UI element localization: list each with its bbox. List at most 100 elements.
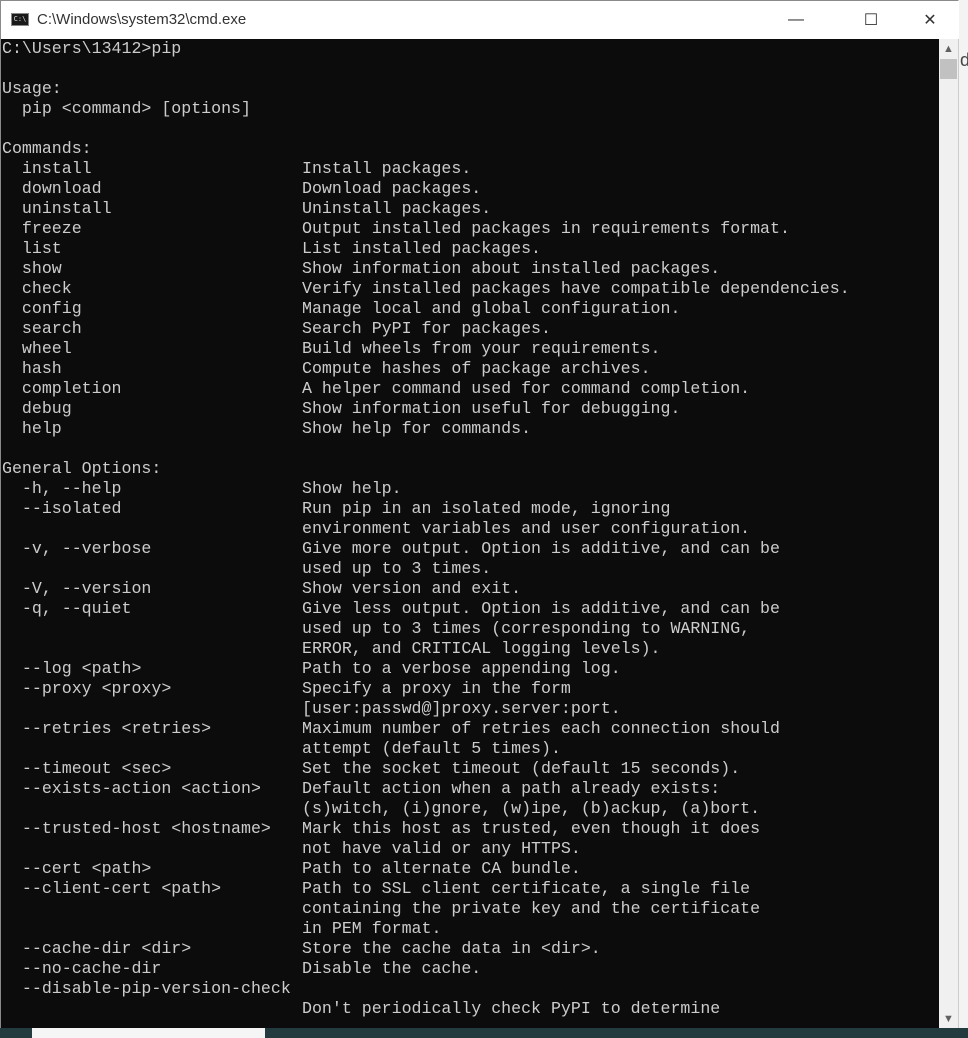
option-description: Disable the cache. bbox=[302, 959, 482, 978]
scroll-up-icon[interactable]: ▲ bbox=[939, 39, 958, 58]
option-description: Verify installed packages have compatibl… bbox=[302, 279, 850, 298]
console-line: help Show help for commands. bbox=[1, 419, 939, 439]
minimize-button[interactable]: — bbox=[773, 1, 819, 39]
console-line: not have valid or any HTTPS. bbox=[1, 839, 939, 859]
option-name: -h, --help bbox=[2, 479, 122, 498]
option-name: --exists-action <action> bbox=[2, 779, 261, 798]
console-line: debug Show information useful for debuggi… bbox=[1, 399, 939, 419]
console-line: attempt (default 5 times). bbox=[1, 739, 939, 759]
option-description: Search PyPI for packages. bbox=[302, 319, 551, 338]
taskbar bbox=[0, 1028, 968, 1038]
console-line: --isolated Run pip in an isolated mode, i… bbox=[1, 499, 939, 519]
taskbar-window[interactable] bbox=[32, 1028, 265, 1038]
option-description: A helper command used for command comple… bbox=[302, 379, 751, 398]
console-line: show Show information about installed pac… bbox=[1, 259, 939, 279]
console-line: wheel Build wheels from your requirements… bbox=[1, 339, 939, 359]
option-description: ERROR, and CRITICAL logging levels). bbox=[302, 639, 661, 658]
close-button[interactable]: ✕ bbox=[907, 1, 953, 39]
console-line: --proxy <proxy> Specify a proxy in the fo… bbox=[1, 679, 939, 699]
option-description: Path to SSL client certificate, a single… bbox=[302, 879, 751, 898]
option-description: Store the cache data in <dir>. bbox=[302, 939, 601, 958]
console-line: Commands: bbox=[2, 139, 92, 158]
option-description: containing the private key and the certi… bbox=[302, 899, 761, 918]
maximize-button[interactable]: ☐ bbox=[848, 1, 894, 39]
option-description: Don't periodically check PyPI to determi… bbox=[302, 999, 721, 1018]
option-name: list bbox=[2, 239, 62, 258]
console-line: hash Compute hashes of package archives. bbox=[1, 359, 939, 379]
console-line: --no-cache-dir Disable the cache. bbox=[1, 959, 939, 979]
background-text: d bbox=[960, 50, 968, 70]
option-name: --log <path> bbox=[2, 659, 142, 678]
option-description: Give less output. Option is additive, an… bbox=[302, 599, 780, 618]
option-name: --proxy <proxy> bbox=[2, 679, 172, 698]
console-line: check Verify installed packages have comp… bbox=[1, 279, 939, 299]
console-line: -h, --help Show help. bbox=[1, 479, 939, 499]
console-line: environment variables and user configura… bbox=[1, 519, 939, 539]
console-line: --cert <path> Path to alternate CA bundle… bbox=[1, 859, 939, 879]
option-name: -V, --version bbox=[2, 579, 152, 598]
option-name: --cert <path> bbox=[2, 859, 152, 878]
option-name: -q, --quiet bbox=[2, 599, 132, 618]
console-line: --retries <retries> Maximum number of ret… bbox=[1, 719, 939, 739]
option-name: hash bbox=[2, 359, 62, 378]
option-name: --trusted-host <hostname> bbox=[2, 819, 271, 838]
vertical-scrollbar[interactable]: ▲ ▼ bbox=[939, 39, 958, 1028]
window-title: C:\Windows\system32\cmd.exe bbox=[37, 11, 247, 28]
option-name: freeze bbox=[2, 219, 82, 238]
option-name: search bbox=[2, 319, 82, 338]
cmd-window: C:\ C:\Windows\system32\cmd.exe — ☐ ✕ C:… bbox=[0, 0, 959, 1028]
console-line: -V, --version Show version and exit. bbox=[1, 579, 939, 599]
option-description: Maximum number of retries each connectio… bbox=[302, 719, 780, 738]
scroll-down-icon[interactable]: ▼ bbox=[939, 1009, 958, 1028]
option-description: List installed packages. bbox=[302, 239, 541, 258]
option-description: Output installed packages in requirement… bbox=[302, 219, 790, 238]
option-name: --retries <retries> bbox=[2, 719, 212, 738]
option-name: install bbox=[2, 159, 92, 178]
option-description: Set the socket timeout (default 15 secon… bbox=[302, 759, 741, 778]
console-line: [user:passwd@]proxy.server:port. bbox=[1, 699, 939, 719]
console-line: containing the private key and the certi… bbox=[1, 899, 939, 919]
option-name: --isolated bbox=[2, 499, 122, 518]
option-description: Path to a verbose appending log. bbox=[302, 659, 621, 678]
console-line: --log <path> Path to a verbose appending … bbox=[1, 659, 939, 679]
option-description: environment variables and user configura… bbox=[302, 519, 751, 538]
console-output[interactable]: C:\Users\13412>pip Usage: pip <command> [… bbox=[1, 39, 939, 1028]
option-description: Specify a proxy in the form bbox=[302, 679, 571, 698]
option-description: in PEM format. bbox=[302, 919, 442, 938]
console-line: list List installed packages. bbox=[1, 239, 939, 259]
console-line: in PEM format. bbox=[1, 919, 939, 939]
option-description: Run pip in an isolated mode, ignoring bbox=[302, 499, 671, 518]
console-line: used up to 3 times. bbox=[1, 559, 939, 579]
option-description: attempt (default 5 times). bbox=[302, 739, 561, 758]
console-line: used up to 3 times (corresponding to WAR… bbox=[1, 619, 939, 639]
option-name: --no-cache-dir bbox=[2, 959, 162, 978]
option-name: --cache-dir <dir> bbox=[2, 939, 192, 958]
console-line: General Options: bbox=[2, 459, 162, 478]
option-name: debug bbox=[2, 399, 72, 418]
option-description: Show information useful for debugging. bbox=[302, 399, 681, 418]
option-name: help bbox=[2, 419, 62, 438]
option-description: Show help. bbox=[302, 479, 402, 498]
console-line: uninstall Uninstall packages. bbox=[1, 199, 939, 219]
option-name: completion bbox=[2, 379, 122, 398]
option-description: (s)witch, (i)gnore, (w)ipe, (b)ackup, (a… bbox=[302, 799, 761, 818]
title-bar[interactable]: C:\ C:\Windows\system32\cmd.exe — ☐ ✕ bbox=[1, 1, 959, 39]
console-line: search Search PyPI for packages. bbox=[1, 319, 939, 339]
console-line: --trusted-host <hostname> Mark this host … bbox=[1, 819, 939, 839]
option-description: not have valid or any HTTPS. bbox=[302, 839, 581, 858]
console-line: Usage: bbox=[2, 79, 62, 98]
option-description: used up to 3 times (corresponding to WAR… bbox=[302, 619, 751, 638]
option-name: config bbox=[2, 299, 82, 318]
option-description: Download packages. bbox=[302, 179, 482, 198]
option-name: uninstall bbox=[2, 199, 112, 218]
scroll-thumb[interactable] bbox=[940, 59, 957, 79]
option-description: [user:passwd@]proxy.server:port. bbox=[302, 699, 621, 718]
console-line: download Download packages. bbox=[1, 179, 939, 199]
option-name: -v, --verbose bbox=[2, 539, 152, 558]
option-description: Install packages. bbox=[302, 159, 472, 178]
option-description: Default action when a path already exist… bbox=[302, 779, 721, 798]
console-line: pip <command> [options] bbox=[2, 99, 251, 118]
console-line: (s)witch, (i)gnore, (w)ipe, (b)ackup, (a… bbox=[1, 799, 939, 819]
option-description: used up to 3 times. bbox=[302, 559, 492, 578]
